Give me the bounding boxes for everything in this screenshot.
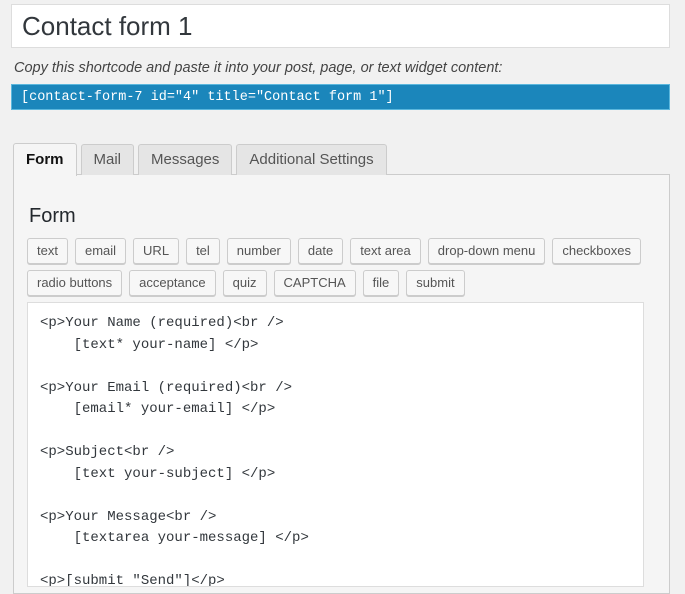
tag-button-acceptance[interactable]: acceptance — [129, 270, 216, 296]
tag-generator-row-2: radio buttons acceptance quiz CAPTCHA fi… — [27, 270, 657, 296]
editor-tabs: Form Mail Messages Additional Settings — [13, 142, 391, 175]
tab-messages[interactable]: Messages — [138, 144, 232, 175]
form-title-input[interactable] — [12, 5, 669, 47]
contact-form-editor-page: Copy this shortcode and paste it into yo… — [0, 0, 685, 591]
tab-additional-settings-label: Additional Settings — [249, 151, 373, 168]
tag-button-tel[interactable]: tel — [186, 238, 220, 264]
tab-messages-label: Messages — [151, 151, 219, 168]
tab-mail[interactable]: Mail — [81, 144, 135, 175]
form-title-field-wrapper[interactable] — [11, 4, 670, 48]
tag-button-submit[interactable]: submit — [406, 270, 464, 296]
tab-additional-settings[interactable]: Additional Settings — [236, 144, 386, 175]
tab-mail-label: Mail — [94, 151, 122, 168]
tag-button-quiz[interactable]: quiz — [223, 270, 267, 296]
tag-generator-row-1: text email URL tel number date text area… — [27, 238, 657, 264]
shortcode-description: Copy this shortcode and paste it into yo… — [14, 60, 502, 76]
shortcode-input[interactable] — [12, 85, 669, 109]
tag-button-email[interactable]: email — [75, 238, 126, 264]
tab-form[interactable]: Form — [13, 143, 77, 176]
tag-button-number[interactable]: number — [227, 238, 291, 264]
tag-button-captcha[interactable]: CAPTCHA — [274, 270, 356, 296]
tag-generator-buttons: text email URL tel number date text area… — [27, 238, 657, 302]
shortcode-bar[interactable] — [11, 84, 670, 110]
tag-button-text-area[interactable]: text area — [350, 238, 421, 264]
tag-button-drop-down-menu[interactable]: drop-down menu — [428, 238, 546, 264]
tag-button-file[interactable]: file — [363, 270, 400, 296]
tag-button-text[interactable]: text — [27, 238, 68, 264]
tab-form-label: Form — [26, 151, 64, 168]
tag-button-url[interactable]: URL — [133, 238, 179, 264]
form-code-editor-wrapper[interactable] — [27, 302, 644, 587]
tag-button-radio-buttons[interactable]: radio buttons — [27, 270, 122, 296]
tag-button-date[interactable]: date — [298, 238, 343, 264]
form-code-textarea[interactable] — [28, 303, 643, 586]
form-tab-panel: Form text email URL tel number date text… — [13, 174, 670, 594]
tag-button-checkboxes[interactable]: checkboxes — [552, 238, 641, 264]
panel-heading: Form — [29, 205, 76, 228]
